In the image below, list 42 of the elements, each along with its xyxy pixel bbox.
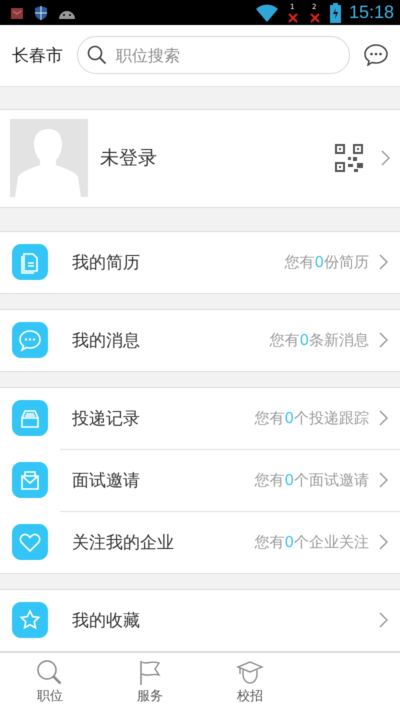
item-summary: 您有0份简历 xyxy=(284,252,369,272)
envelope-icon xyxy=(12,462,48,498)
nav-tab[interactable]: 服务 xyxy=(100,652,200,711)
item-summary: 您有0条新消息 xyxy=(269,330,369,350)
nav-tab[interactable]: 职位 xyxy=(0,652,100,711)
shield-icon xyxy=(34,4,48,21)
login-status: 未登录 xyxy=(100,146,158,172)
menu-item[interactable]: 关注我的企业 您有0个企业关注 xyxy=(0,512,400,573)
search-field[interactable]: 职位搜索 xyxy=(77,36,350,74)
chevron-icon xyxy=(379,332,388,348)
chevron-icon xyxy=(381,150,390,166)
search-icon xyxy=(36,658,64,685)
avatar-placeholder-icon xyxy=(10,119,88,198)
chevron-icon xyxy=(379,472,388,488)
chevron-icon xyxy=(379,534,388,550)
chat-bubble-icon[interactable] xyxy=(364,44,388,66)
profile-card[interactable]: 未登录 xyxy=(0,108,400,208)
menu-item[interactable]: 面试邀请 您有0个面试邀请 xyxy=(0,450,400,511)
battery-icon xyxy=(330,2,341,23)
menu-item[interactable]: 我的简历 您有0份简历 xyxy=(0,232,400,293)
menu-item[interactable]: 我的消息 您有0条新消息 xyxy=(0,310,400,371)
chevron-icon xyxy=(379,254,388,270)
no-signal-icon xyxy=(288,12,298,23)
search-icon xyxy=(87,45,107,66)
app-notification-icon xyxy=(10,6,24,20)
clock-time: 15:18 xyxy=(348,2,394,24)
nav-tab[interactable]: 校招 xyxy=(200,652,300,711)
item-summary: 您有0个投递跟踪 xyxy=(254,408,369,428)
item-summary: 您有0个企业关注 xyxy=(254,532,369,552)
inbox-icon xyxy=(12,400,48,436)
item-summary: 您有0个面试邀请 xyxy=(254,470,369,490)
wifi-icon xyxy=(256,4,278,22)
qr-code-icon[interactable] xyxy=(335,144,363,172)
menu-item[interactable]: 我的收藏 xyxy=(0,590,400,651)
city-selector[interactable]: 长春市 xyxy=(12,44,63,67)
document-icon xyxy=(12,244,48,280)
chevron-icon xyxy=(379,612,388,628)
no-signal-icon xyxy=(310,12,320,23)
chevron-icon xyxy=(379,410,388,426)
menu-item[interactable]: 投递记录 您有0个投递跟踪 xyxy=(0,388,400,449)
graduation-cap-icon xyxy=(236,658,264,685)
chat-bubble-icon xyxy=(12,322,48,358)
